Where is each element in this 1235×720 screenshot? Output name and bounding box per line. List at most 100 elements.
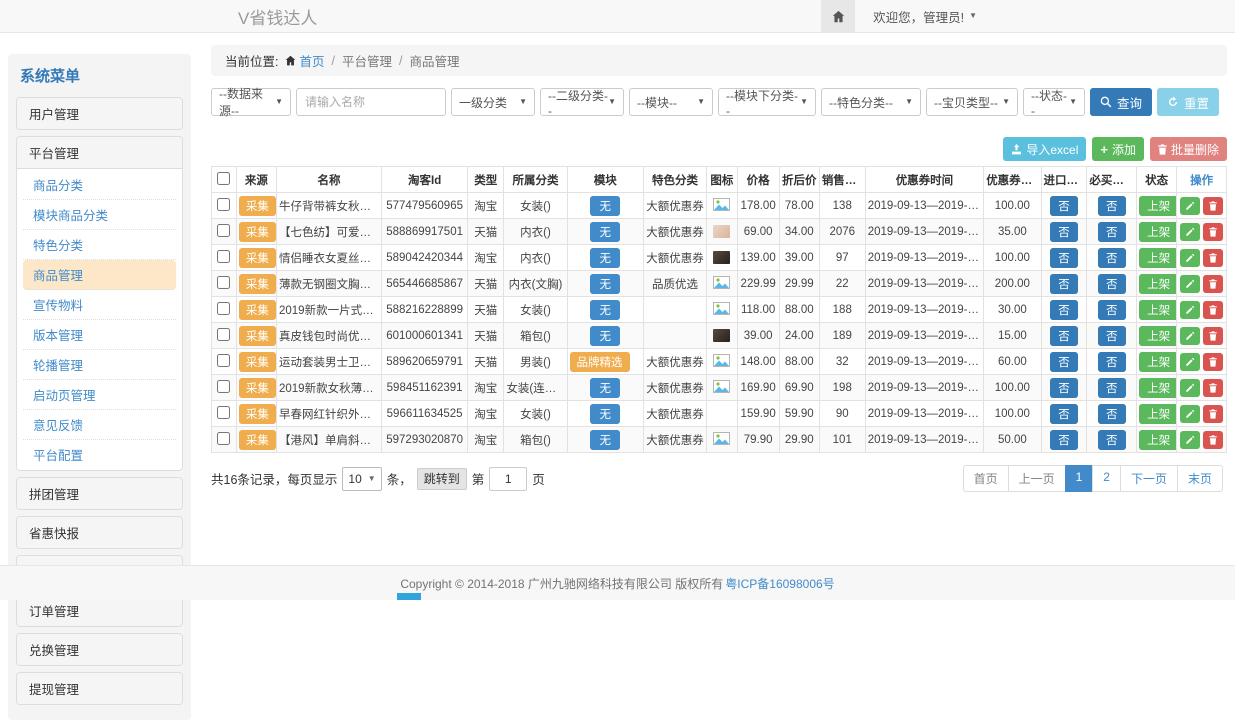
import-select-toggle[interactable]: 否 [1050,430,1078,450]
add-button[interactable]: + 添加 [1092,137,1144,161]
pager-item[interactable]: 首页 [963,465,1009,492]
row-checkbox[interactable] [217,198,230,211]
jump-page-input[interactable] [489,467,527,491]
sidebar-subitem[interactable]: 平台配置 [23,440,176,469]
must-buy-toggle[interactable]: 否 [1098,326,1126,346]
must-buy-toggle[interactable]: 否 [1098,404,1126,424]
delete-button[interactable] [1203,275,1223,293]
must-buy-toggle[interactable]: 否 [1098,430,1126,450]
reset-button[interactable]: 重置 [1157,88,1219,116]
delete-button[interactable] [1203,223,1223,241]
sidebar-subitem[interactable]: 意见反馈 [23,410,176,440]
pager-item[interactable]: 下一页 [1120,465,1178,492]
filter-select-data-source[interactable]: --数据来源-- ▼ [211,88,291,116]
pager-item[interactable]: 2 [1092,465,1121,492]
must-buy-toggle[interactable]: 否 [1098,378,1126,398]
panel-label[interactable]: 提现管理 [17,673,182,704]
select-all-checkbox[interactable] [217,172,230,185]
row-checkbox[interactable] [217,380,230,393]
edit-button[interactable] [1180,301,1200,319]
edit-button[interactable] [1180,379,1200,397]
pager-item[interactable]: 末页 [1177,465,1223,492]
delete-button[interactable] [1203,301,1223,319]
filter-select[interactable]: --二级分类--▼ [540,88,624,116]
delete-button[interactable] [1203,197,1223,215]
status-toggle[interactable]: 上架 [1139,274,1177,294]
delete-button[interactable] [1203,431,1223,449]
delete-button[interactable] [1203,249,1223,267]
status-toggle[interactable]: 上架 [1139,352,1177,372]
import-select-toggle[interactable]: 否 [1050,300,1078,320]
sidebar-item-panel[interactable]: 省惠快报 [16,516,183,549]
filter-select[interactable]: --模块下分类--▼ [718,88,816,116]
import-select-toggle[interactable]: 否 [1050,404,1078,424]
import-excel-button[interactable]: 导入excel [1003,137,1086,161]
sidebar-subitem[interactable]: 启动页管理 [23,380,176,410]
edit-button[interactable] [1180,353,1200,371]
panel-label[interactable]: 省惠快报 [17,517,182,548]
must-buy-toggle[interactable]: 否 [1098,274,1126,294]
must-buy-toggle[interactable]: 否 [1098,300,1126,320]
batch-delete-button[interactable]: 批量删除 [1150,137,1227,161]
import-select-toggle[interactable]: 否 [1050,196,1078,216]
sidebar-subitem[interactable]: 轮播管理 [23,350,176,380]
import-select-toggle[interactable]: 否 [1050,222,1078,242]
edit-button[interactable] [1180,327,1200,345]
status-toggle[interactable]: 上架 [1139,248,1177,268]
row-checkbox[interactable] [217,432,230,445]
filter-select[interactable]: --状态--▼ [1023,88,1085,116]
must-buy-toggle[interactable]: 否 [1098,196,1126,216]
jump-button[interactable]: 跳转到 [417,468,467,490]
import-select-toggle[interactable]: 否 [1050,326,1078,346]
icp-link[interactable]: 粤ICP备16098006号 [725,575,834,592]
import-select-toggle[interactable]: 否 [1050,352,1078,372]
status-toggle[interactable]: 上架 [1139,404,1177,424]
row-checkbox[interactable] [217,354,230,367]
filter-select[interactable]: --模块--▼ [629,88,713,116]
pager-item[interactable]: 上一页 [1008,465,1066,492]
sidebar-subitem[interactable]: 版本管理 [23,320,176,350]
delete-button[interactable] [1203,405,1223,423]
row-checkbox[interactable] [217,328,230,341]
row-checkbox[interactable] [217,406,230,419]
status-toggle[interactable]: 上架 [1139,300,1177,320]
must-buy-toggle[interactable]: 否 [1098,248,1126,268]
sidebar-subitem[interactable]: 特色分类 [23,230,176,260]
search-button[interactable]: 查询 [1090,88,1152,116]
sidebar-item-user-management[interactable]: 用户管理 [16,97,183,130]
pager-item[interactable]: 1 [1065,465,1094,492]
sidebar-item-panel[interactable]: 兑换管理 [16,633,183,666]
edit-button[interactable] [1180,431,1200,449]
status-toggle[interactable]: 上架 [1139,222,1177,242]
status-toggle[interactable]: 上架 [1139,430,1177,450]
home-button[interactable] [821,0,855,32]
status-toggle[interactable]: 上架 [1139,326,1177,346]
breadcrumb-home-link[interactable]: 首页 [285,51,324,70]
delete-button[interactable] [1203,327,1223,345]
panel-label[interactable]: 用户管理 [17,98,182,129]
edit-button[interactable] [1180,275,1200,293]
import-select-toggle[interactable]: 否 [1050,274,1078,294]
status-toggle[interactable]: 上架 [1139,378,1177,398]
edit-button[interactable] [1180,197,1200,215]
delete-button[interactable] [1203,353,1223,371]
delete-button[interactable] [1203,379,1223,397]
panel-label[interactable]: 拼团管理 [17,478,182,509]
edit-button[interactable] [1180,405,1200,423]
sidebar-item-panel[interactable]: 提现管理 [16,672,183,705]
row-checkbox[interactable] [217,224,230,237]
edit-button[interactable] [1180,249,1200,267]
status-toggle[interactable]: 上架 [1139,196,1177,216]
import-select-toggle[interactable]: 否 [1050,378,1078,398]
filter-select[interactable]: --宝贝类型--▼ [926,88,1018,116]
name-search-input[interactable] [296,88,446,116]
sidebar-subitem[interactable]: 商品分类 [23,170,176,200]
panel-label[interactable]: 平台管理 [17,137,182,168]
sidebar-subitem[interactable]: 商品管理 [23,260,176,290]
per-page-select[interactable]: 10 ▼ [342,467,381,491]
edit-button[interactable] [1180,223,1200,241]
row-checkbox[interactable] [217,250,230,263]
sidebar-item-panel[interactable]: 拼团管理 [16,477,183,510]
panel-label[interactable]: 兑换管理 [17,634,182,665]
row-checkbox[interactable] [217,276,230,289]
